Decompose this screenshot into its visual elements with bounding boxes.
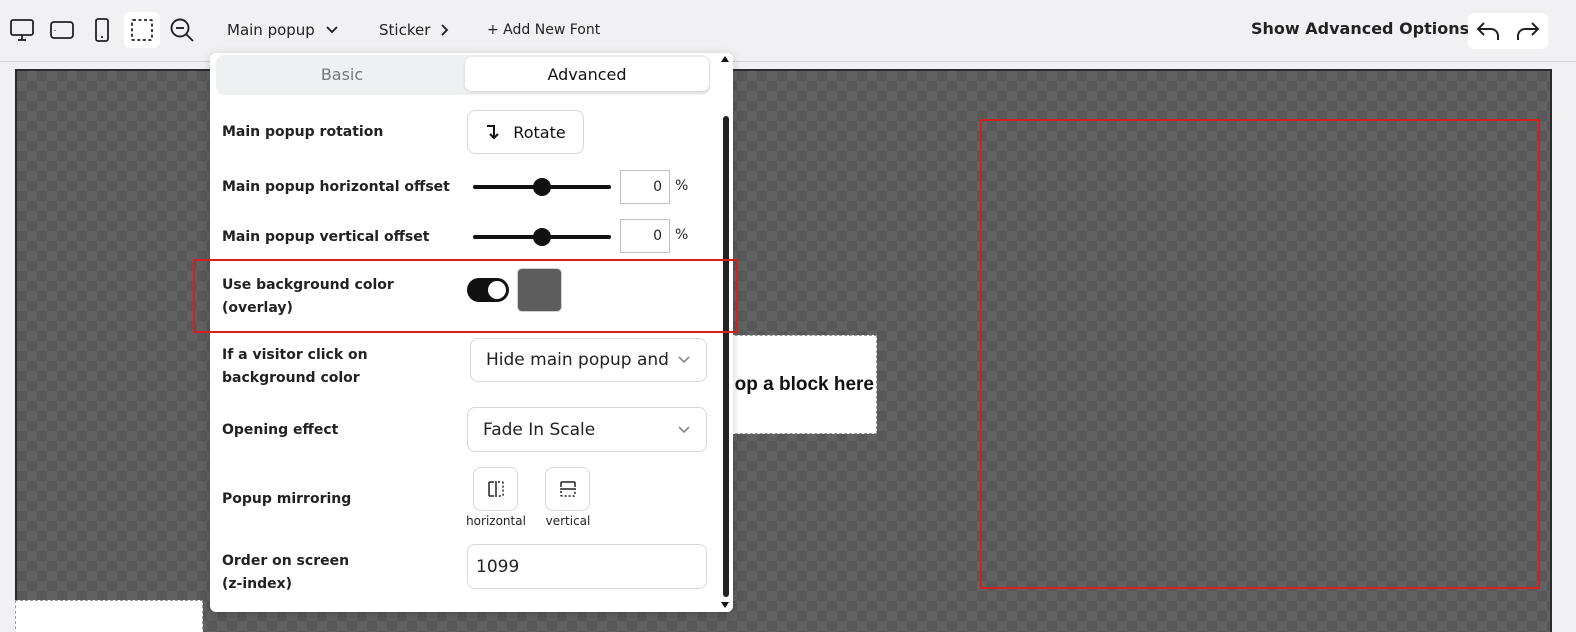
vertical-offset-input[interactable]	[620, 219, 670, 253]
chevron-down-icon	[678, 356, 690, 364]
desktop-icon[interactable]	[4, 12, 40, 48]
redo-icon[interactable]	[1516, 20, 1540, 42]
undo-redo-group	[1468, 13, 1548, 49]
advanced-settings-panel: Basic Advanced Main popup rotation Rotat…	[210, 53, 733, 612]
z-index-label: Order on screen (z-index)	[222, 550, 349, 596]
visitor-click-value: Hide main popup and	[486, 350, 669, 370]
selection-icon[interactable]	[124, 12, 160, 48]
visitor-click-select[interactable]: Hide main popup and	[470, 338, 707, 382]
toggle-knob	[488, 281, 506, 299]
horizontal-offset-slider[interactable]	[473, 178, 611, 196]
chevron-right-icon	[440, 23, 450, 37]
flip-vertical-icon	[559, 480, 577, 498]
opening-effect-value: Fade In Scale	[483, 419, 596, 440]
tab-basic[interactable]: Basic	[220, 57, 464, 91]
visitor-click-label-line1: If a visitor click on	[222, 347, 368, 363]
chevron-down-icon	[678, 425, 690, 434]
visitor-click-label: If a visitor click on background color	[222, 344, 368, 390]
opening-effect-label: Opening effect	[222, 422, 339, 438]
settings-tabs: Basic Advanced	[216, 55, 710, 95]
sticker-label: Sticker	[379, 21, 431, 39]
z-index-label-line2: (z-index)	[222, 576, 293, 592]
z-index-label-line1: Order on screen	[222, 553, 350, 569]
mirror-vertical-button[interactable]	[545, 467, 590, 511]
vertical-offset-slider[interactable]	[473, 228, 611, 246]
mirroring-label: Popup mirroring	[222, 491, 352, 507]
vertical-offset-label: Main popup vertical offset	[222, 229, 430, 245]
sticker-menu[interactable]: Sticker	[379, 18, 450, 42]
main-popup-label: Main popup	[227, 21, 315, 39]
bottom-block-placeholder[interactable]	[15, 600, 203, 632]
scrollbar-thumb[interactable]	[723, 116, 729, 597]
tablet-landscape-icon[interactable]	[44, 12, 80, 48]
background-color-swatch[interactable]	[517, 268, 562, 312]
rotation-label: Main popup rotation	[222, 124, 384, 140]
mirror-vertical-label: vertical	[545, 514, 591, 528]
vertical-offset-unit: %	[675, 227, 689, 243]
scroll-up-arrow-icon[interactable]	[721, 56, 729, 62]
flip-horizontal-icon	[487, 480, 505, 498]
undo-icon[interactable]	[1476, 20, 1500, 42]
visitor-click-label-line2: background color	[222, 370, 360, 386]
rotate-button-label: Rotate	[513, 122, 566, 142]
mobile-icon[interactable]	[84, 12, 120, 48]
horizontal-offset-unit: %	[675, 178, 689, 194]
mirror-horizontal-button[interactable]	[473, 467, 518, 511]
z-index-input[interactable]	[467, 544, 707, 589]
vertical-offset-slider-thumb[interactable]	[533, 228, 551, 246]
chevron-down-icon	[325, 25, 339, 35]
background-color-label-line1: Use background color	[222, 277, 394, 293]
horizontal-offset-input[interactable]	[620, 170, 670, 204]
horizontal-offset-slider-thumb[interactable]	[533, 178, 551, 196]
opening-effect-select[interactable]: Fade In Scale	[467, 407, 707, 452]
drop-block-text: op a block here	[734, 373, 874, 395]
tab-advanced[interactable]: Advanced	[465, 57, 709, 91]
panel-scrollbar[interactable]	[718, 53, 733, 612]
add-new-font-button[interactable]: + Add New Font	[487, 18, 600, 42]
mirror-horizontal-label: horizontal	[466, 514, 526, 528]
background-color-label-line2: (overlay)	[222, 300, 293, 316]
background-color-toggle[interactable]	[467, 278, 509, 302]
rotate-arrow-icon	[485, 123, 501, 141]
rotate-button[interactable]: Rotate	[467, 110, 584, 154]
horizontal-offset-label: Main popup horizontal offset	[222, 179, 450, 195]
show-advanced-options-button[interactable]: Show Advanced Options	[1251, 19, 1469, 38]
zoom-out-icon[interactable]	[164, 12, 200, 48]
main-popup-menu[interactable]: Main popup	[227, 18, 339, 42]
selected-popup-outline[interactable]	[980, 119, 1540, 589]
background-color-label: Use background color (overlay)	[222, 274, 394, 320]
scroll-down-arrow-icon[interactable]	[721, 602, 729, 608]
